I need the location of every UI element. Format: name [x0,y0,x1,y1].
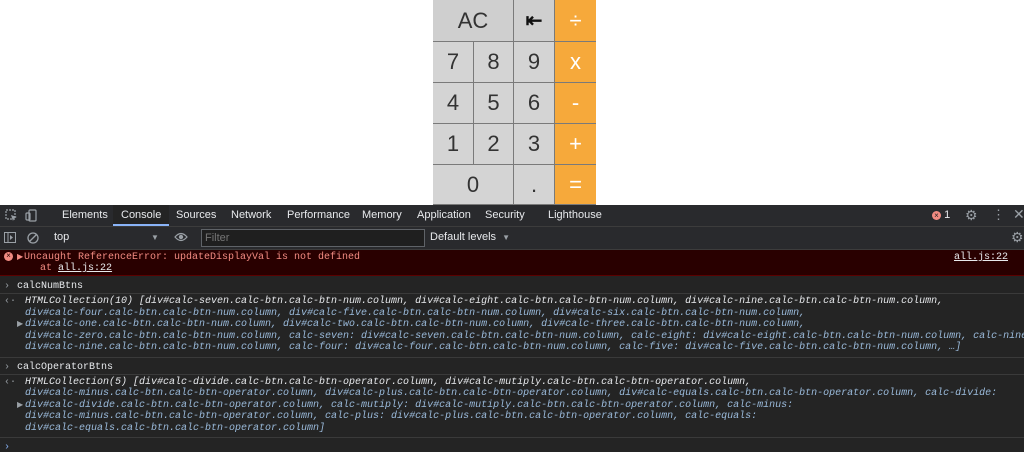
expand-arrow-icon[interactable]: ▶ [17,319,23,331]
digit-2-button[interactable]: 2 [474,124,514,165]
filter-input[interactable] [201,229,425,247]
multiply-button[interactable]: x [555,42,596,83]
result-line: div#calc-minus.calc-btn.calc-btn-operato… [25,411,758,422]
digit-8-button[interactable]: 8 [474,42,514,83]
inspect-element-icon[interactable] [5,209,18,222]
tab-memory[interactable]: Memory [362,205,402,226]
backspace-button[interactable]: ⇤ [514,0,555,42]
console-input-row: › calcNumBtns [0,278,1024,294]
divide-button[interactable]: ÷ [555,0,596,42]
console-result-row: ‹· ▶ HTMLCollection(5) [div#calc-divide.ca… [0,375,1024,438]
result-line: div#calc-equals.calc-btn.calc-btn-operat… [25,422,326,434]
devtools-tabbar: Elements Console Sources Network Performance… [0,205,1024,227]
expand-arrow-icon[interactable]: ▶ [17,400,23,412]
error-icon: × [932,210,941,220]
result-line: div#calc-one.calc-btn.calc-btn-num.colum… [25,319,806,330]
error-stack: at all.js:22 [40,263,112,275]
context-selector[interactable]: top ▼ [50,229,162,246]
result-line: HTMLCollection(10) [div#calc-seven.calc-… [25,296,944,307]
tab-lighthouse[interactable]: Lighthouse [548,205,602,226]
tab-security[interactable]: Security [485,205,525,226]
log-levels-dropdown[interactable]: Default levels ▼ [430,229,510,246]
clear-button[interactable]: AC [433,0,514,42]
expand-arrow-icon[interactable]: ▶ [17,252,23,264]
error-at-prefix: at [40,263,59,274]
chevron-right-icon: › [4,281,11,292]
digit-0-button[interactable]: 0 [433,165,514,205]
devtools-panel: Elements Console Sources Network Performance… [0,205,1024,453]
context-value: top [54,231,70,243]
digit-1-button[interactable]: 1 [433,124,474,165]
chevron-down-icon: ▼ [151,233,159,242]
error-count-badge[interactable]: × 1 [932,209,950,221]
tab-performance[interactable]: Performance [287,205,350,226]
console-command: calcOperatorBtns [17,361,114,373]
result-line: div#calc-nine.calc-btn.calc-btn-num.colu… [25,342,962,353]
result-arrow-icon: ‹· [4,296,17,307]
digit-7-button[interactable]: 7 [433,42,474,83]
digit-6-button[interactable]: 6 [514,83,555,124]
plus-button[interactable]: + [555,124,596,165]
clear-console-icon[interactable] [27,232,39,244]
digit-4-button[interactable]: 4 [433,83,474,124]
tab-elements[interactable]: Elements [62,205,108,226]
console-input-row: › calcOperatorBtns [0,359,1024,375]
settings-gear-icon[interactable]: ⚙ [965,207,978,224]
error-source-link[interactable]: all.js:22 [954,252,1008,264]
result-line: div#calc-zero.calc-btn.calc-btn-num.colu… [25,330,1024,342]
page-viewport: AC ⇤ ÷ 7 8 9 x 4 5 6- 1 2 3 +0. = [0,0,1024,205]
console-messages: × ▶ Uncaught ReferenceError: updateDisplay… [0,250,1024,453]
result-line: HTMLCollection(5) [div#calc-divide.calc-… [25,376,752,388]
live-expression-eye-icon[interactable] [174,231,188,243]
digit-3-button[interactable]: 3 [514,124,555,165]
equals-button[interactable]: = [555,165,596,205]
error-text: Uncaught ReferenceError: updateDisplayVa… [24,252,361,263]
console-error-message: × ▶ Uncaught ReferenceError: updateDisplay… [0,250,1024,276]
decimal-button[interactable]: . [514,165,555,205]
log-levels-label: Default levels [430,231,497,243]
result-line: div#calc-minus.calc-btn.calc-btn-operato… [25,388,998,399]
console-result-row: ‹· ▶ HTMLCollection(10) [div#calc-seven.ca… [0,294,1024,358]
result-line: div#calc-divide.calc-btn.calc-btn-operat… [25,399,794,411]
close-devtools-icon[interactable]: ✕ [1013,206,1024,223]
tab-application[interactable]: Application [417,205,471,226]
console-toolbar: top ▼ Default levels ▼ ⚙ [0,227,1024,250]
minus-button[interactable]: - [555,83,596,124]
console-settings-gear-icon[interactable]: ⚙ [1011,229,1024,246]
tab-network[interactable]: Network [231,205,271,226]
tab-sources[interactable]: Sources [176,205,216,226]
console-command: calcNumBtns [17,281,84,292]
result-arrow-icon: ‹· [4,376,17,388]
chevron-right-icon: › [4,361,11,373]
chevron-down-icon: ▼ [502,233,511,242]
more-options-icon[interactable]: ⋮ [992,207,1005,223]
digit-5-button[interactable]: 5 [474,83,514,124]
show-sidebar-icon[interactable] [4,232,16,243]
calculator: AC ⇤ ÷ 7 8 9 x 4 5 6- 1 2 3 +0. = [433,0,596,205]
error-icon: × [4,252,13,261]
result-line: div#calc-four.calc-btn.calc-btn-num.colu… [25,307,806,319]
device-toolbar-icon[interactable] [25,209,38,222]
error-stack-link[interactable]: all.js:22 [58,263,112,274]
digit-9-button[interactable]: 9 [514,42,555,83]
tab-console[interactable]: Console [113,205,170,226]
